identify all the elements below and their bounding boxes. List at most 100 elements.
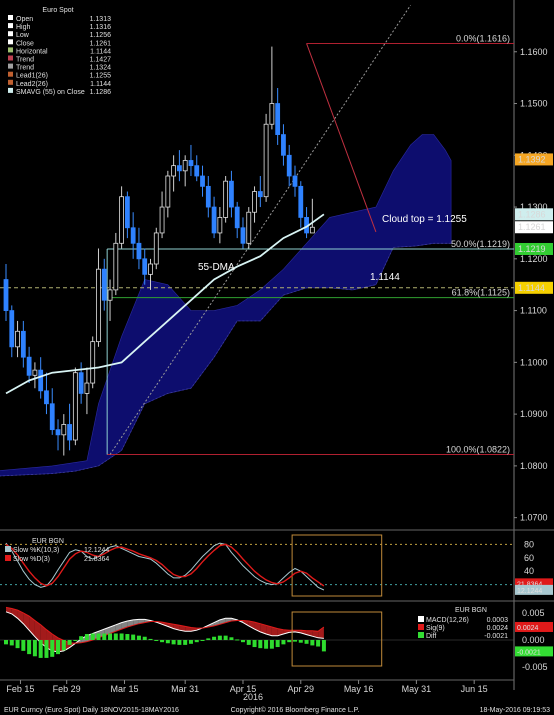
x-tick-label: Mar 31 <box>171 684 199 694</box>
macd-diff-bar <box>240 640 245 643</box>
candle-body <box>72 372 78 441</box>
legend-row-label: Open <box>16 16 33 23</box>
price-tick-label: 1.1000 <box>520 357 548 367</box>
macd-diff-bar <box>38 640 43 658</box>
candle-body <box>20 330 26 358</box>
macd-diff-bar <box>275 640 280 648</box>
macd-diff-bar <box>287 640 292 643</box>
macd-legend-value: 0.0003 <box>487 617 509 624</box>
macd-diff-bar <box>32 640 37 657</box>
macd-diff-bar <box>316 640 321 647</box>
footer-timestamp: 18-May-2016 09:19:53 <box>480 707 551 714</box>
macd-diff-bar <box>15 640 20 649</box>
macd-diff-bar <box>113 633 118 640</box>
stoch-tick-label: 40 <box>524 566 534 576</box>
legend-row-label: High <box>16 24 31 31</box>
candle-body <box>49 403 55 431</box>
macd-diff-bar <box>246 640 251 645</box>
candle-body <box>136 242 142 260</box>
macd-diff-bar <box>188 640 193 644</box>
candle-body <box>246 211 252 244</box>
macd-diff-bar <box>96 633 101 640</box>
x-tick-label: Apr 29 <box>288 684 315 694</box>
footer-instrument: EUR Curncy (Euro Spot) Daily 18NOV2015-1… <box>4 707 179 714</box>
legend-swatch <box>8 87 13 93</box>
legend-swatch <box>8 39 13 45</box>
stoch-tick-label: 60 <box>524 553 534 563</box>
macd-tick-label: 0.005 <box>522 608 545 618</box>
macd-diff-bar <box>235 639 240 641</box>
price-tick-label: 1.1100 <box>520 306 547 316</box>
candle-body <box>32 369 38 376</box>
macd-diff-bar <box>50 640 55 657</box>
macd-diff-bar <box>136 635 141 640</box>
stoch-tick-label: 80 <box>524 539 534 549</box>
price-tag-label: 1.1219 <box>518 244 546 254</box>
candle-body <box>252 191 257 213</box>
candle-body <box>124 196 130 229</box>
macd-legend-swatch <box>418 632 424 638</box>
candle-body <box>205 185 211 208</box>
candle-body <box>113 242 119 291</box>
price-tag-label: 1.1261 <box>518 222 546 232</box>
macd-tag-label: 0.0024 <box>517 625 539 632</box>
legend-row-value: 1.1144 <box>90 48 111 55</box>
macd-diff-bar <box>142 636 147 640</box>
legend-row-value: 1.1256 <box>90 32 112 39</box>
macd-legend-value: 0.0024 <box>487 625 509 632</box>
macd-diff-bar <box>108 633 113 640</box>
macd-diff-bar <box>229 637 234 640</box>
macd-diff-bar <box>21 640 26 651</box>
price-tick-label: 1.1200 <box>520 254 548 264</box>
price-tick-label: 1.1600 <box>520 47 548 57</box>
stoch-tag-label: 12.1244 <box>517 588 542 595</box>
macd-diff-bar <box>269 640 274 649</box>
macd-diff-bar <box>125 634 130 640</box>
footer-copyright: Copyright© 2016 Bloomberg Finance L.P. <box>231 706 360 714</box>
legend-row-label: Lead2(26) <box>16 81 48 88</box>
candle-body <box>96 268 101 343</box>
candle-body <box>257 191 263 198</box>
macd-diff-bar <box>119 633 124 640</box>
legend-row-value: 1.1316 <box>90 24 112 31</box>
candle-body <box>217 217 223 234</box>
candle-body <box>240 227 246 244</box>
cloud-top-annotation: Cloud top = 1.1255 <box>382 214 467 225</box>
candle-body <box>176 165 182 172</box>
candle-body <box>101 268 107 301</box>
year-label: 2016 <box>243 692 263 702</box>
candle-body <box>78 372 84 394</box>
candle-body <box>90 341 96 384</box>
x-tick-label: May 16 <box>344 684 374 694</box>
candle-body <box>153 232 159 265</box>
macd-diff-bar <box>154 640 159 641</box>
legend-row-label: Close <box>16 40 34 47</box>
macd-legend-name: MACD(12,26) <box>426 617 469 624</box>
legend-row-label: Low <box>16 32 30 39</box>
macd-diff-bar <box>217 635 222 640</box>
candle-body <box>142 258 148 275</box>
macd-diff-bar <box>9 640 14 646</box>
candle-body <box>165 175 171 208</box>
stoch-legend-name: Slow %D(3) <box>13 556 50 563</box>
legend-swatch <box>8 47 13 53</box>
macd-diff-bar <box>67 640 72 645</box>
candle-body <box>269 103 275 125</box>
candle-body <box>309 226 315 234</box>
macd-diff-bar <box>194 640 199 643</box>
macd-diff-bar <box>321 640 326 652</box>
stoch-legend-swatch <box>5 555 11 561</box>
macd-diff-bar <box>252 640 257 648</box>
candle-body <box>275 103 281 135</box>
legend-swatch <box>8 55 13 61</box>
macd-diff-bar <box>200 640 205 641</box>
macd-diff-bar <box>281 640 286 645</box>
price-tick-label: 1.0900 <box>520 409 548 419</box>
legend-row-label: Trend <box>16 65 34 72</box>
legend-row-label: SMAVG (55) on Close <box>16 89 85 96</box>
candle-body <box>159 206 165 234</box>
legend-swatch <box>8 23 13 29</box>
macd-legend-name: Diff <box>426 633 436 640</box>
legend-title: Euro Spot <box>42 7 73 14</box>
macd-diff-bar <box>61 640 66 651</box>
